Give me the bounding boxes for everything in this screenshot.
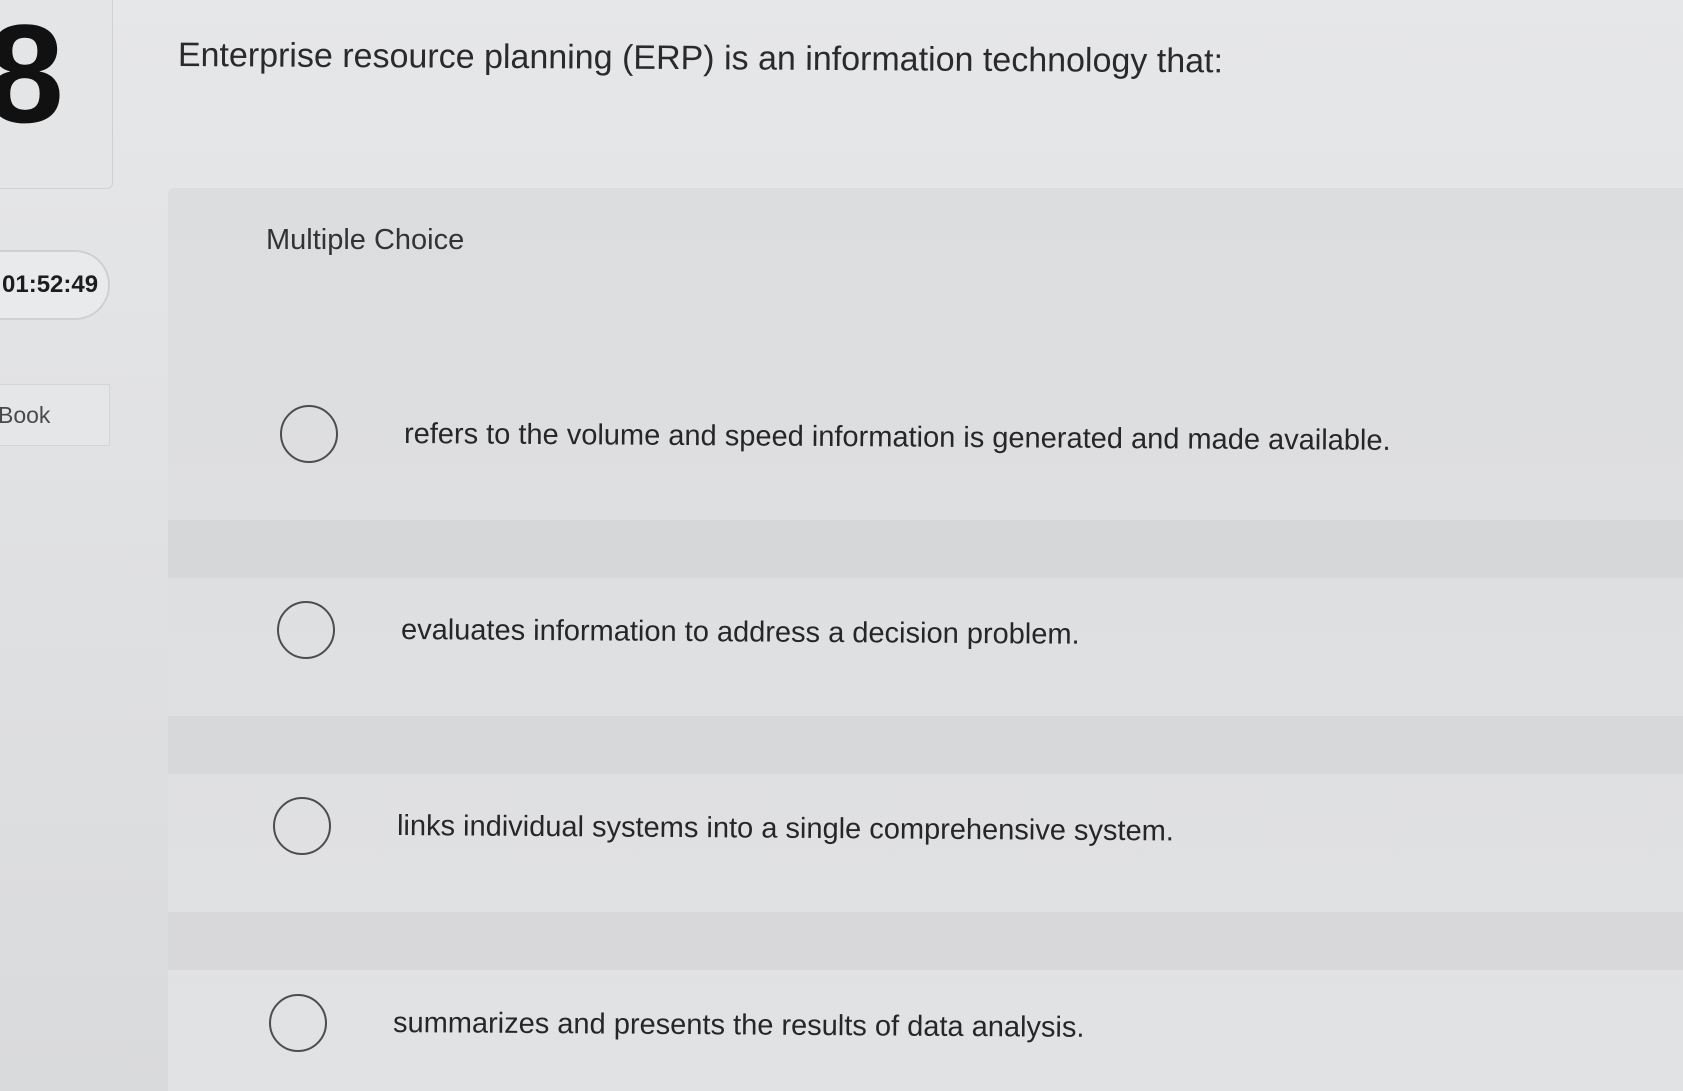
answer-option-4[interactable]: summarizes and presents the results of d… xyxy=(269,994,1085,1052)
option-divider-band xyxy=(168,716,1683,774)
option-divider-band xyxy=(168,912,1683,970)
answer-option-3[interactable]: links individual systems into a single c… xyxy=(273,797,1174,855)
ebook-label: Book xyxy=(0,401,51,428)
answer-option-2[interactable]: evaluates information to address a decis… xyxy=(277,601,1080,659)
question-type-label: Multiple Choice xyxy=(266,224,465,256)
question-number: 8 xyxy=(0,4,64,144)
timer-badge[interactable]: 01:52:49 xyxy=(0,250,110,320)
answer-option-text[interactable]: summarizes and presents the results of d… xyxy=(393,1007,1085,1045)
radio-button-icon[interactable] xyxy=(277,601,335,659)
radio-button-icon[interactable] xyxy=(273,797,331,855)
answer-option-text[interactable]: refers to the volume and speed informati… xyxy=(404,418,1391,458)
radio-button-icon[interactable] xyxy=(269,994,327,1052)
answer-option-1[interactable]: refers to the volume and speed informati… xyxy=(280,405,1391,463)
option-divider-band xyxy=(168,520,1683,578)
answer-option-text[interactable]: links individual systems into a single c… xyxy=(397,810,1174,848)
answer-option-text[interactable]: evaluates information to address a decis… xyxy=(401,614,1080,652)
ebook-button[interactable]: Book xyxy=(0,384,110,446)
left-sidebar: 8 01:52:49 Book xyxy=(0,0,113,1091)
question-number-box: 8 xyxy=(0,0,113,189)
question-stem: Enterprise resource planning (ERP) is an… xyxy=(177,36,1224,81)
radio-button-icon[interactable] xyxy=(280,405,338,463)
